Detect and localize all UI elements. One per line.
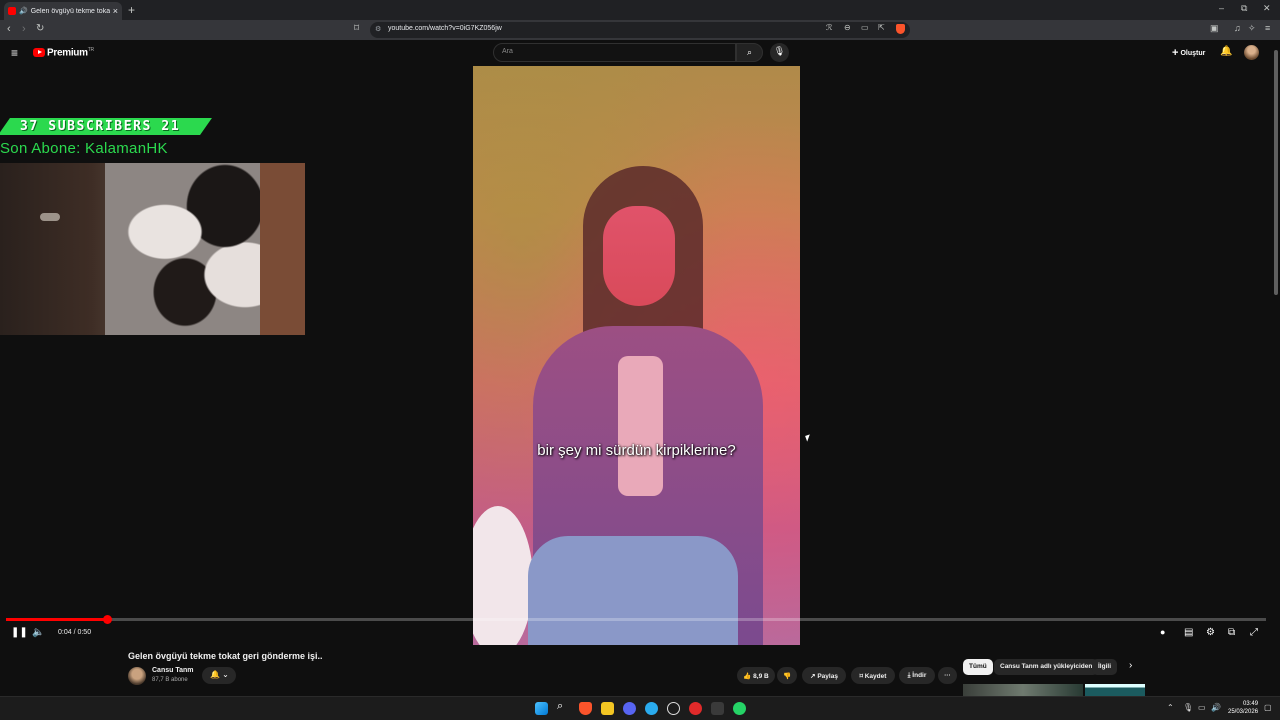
back-icon[interactable]: ‹ bbox=[7, 23, 11, 35]
notification-center-icon[interactable]: ▢ bbox=[1264, 703, 1272, 712]
subtitles-icon[interactable]: ▤ bbox=[1184, 627, 1193, 638]
chatgpt-icon[interactable] bbox=[667, 702, 680, 715]
extensions-icon[interactable]: ✧ bbox=[1248, 23, 1256, 34]
subscription-bell-button[interactable]: 🔔 ⌄ bbox=[202, 667, 236, 684]
chevron-right-icon[interactable]: › bbox=[1129, 660, 1132, 671]
search-button[interactable]: ⌕ bbox=[736, 43, 763, 62]
browser-tab-active[interactable]: 🔊 Gelen övgüyü tekme tokat geri gönderme… bbox=[4, 2, 122, 20]
miniplayer-icon[interactable]: ⧉ bbox=[1228, 627, 1235, 638]
forward-icon[interactable]: › bbox=[22, 23, 26, 35]
chip-from-uploader[interactable]: Cansu Tanm adlı yükleyiciden bbox=[994, 659, 1099, 675]
recommended-thumbnail[interactable] bbox=[963, 684, 1083, 696]
download-button[interactable]: ⤓ İndir bbox=[899, 667, 935, 684]
video-player[interactable] bbox=[0, 66, 1272, 645]
create-button[interactable]: + Oluştur bbox=[1172, 47, 1205, 59]
scrollbar-thumb[interactable] bbox=[1274, 50, 1278, 295]
youtube-header: ≡ PremiumTR Ara ⌕ 🎙 + Oluştur 🔔 bbox=[0, 40, 1280, 66]
volume-tray-icon[interactable]: 🔊 bbox=[1211, 703, 1221, 712]
brave-shields-icon[interactable] bbox=[896, 24, 905, 34]
bookmark-icon[interactable]: ⌑ bbox=[354, 23, 359, 34]
chip-all[interactable]: Tümü bbox=[963, 659, 993, 675]
youtube-logo-icon[interactable] bbox=[33, 48, 45, 57]
file-explorer-icon[interactable] bbox=[601, 702, 614, 715]
pause-icon[interactable]: ❚❚ bbox=[11, 627, 28, 638]
more-actions-button[interactable]: ··· bbox=[938, 667, 957, 684]
telegram-icon[interactable] bbox=[645, 702, 658, 715]
dislike-button[interactable]: 👎 bbox=[777, 667, 797, 684]
share-button[interactable]: ↗ Paylaş bbox=[802, 667, 846, 684]
youtube-premium-logo[interactable]: PremiumTR bbox=[47, 47, 94, 58]
recommended-thumbnail[interactable] bbox=[1085, 684, 1145, 696]
youtube-favicon-icon bbox=[8, 7, 16, 15]
close-window-button[interactable]: ✕ bbox=[1263, 3, 1271, 14]
cast-icon[interactable]: ▭ bbox=[861, 23, 869, 32]
account-avatar[interactable] bbox=[1244, 45, 1259, 60]
opera-icon[interactable] bbox=[689, 702, 702, 715]
channel-subscribers: 87,7 B abone bbox=[152, 677, 188, 683]
page-scrollbar[interactable] bbox=[1272, 40, 1280, 696]
sidebar-icon[interactable]: ▣ bbox=[1210, 23, 1219, 34]
scrubber-handle[interactable] bbox=[102, 615, 112, 624]
translate-icon[interactable]: ℛ bbox=[826, 23, 832, 32]
speaker-icon[interactable]: 🔊 bbox=[19, 7, 28, 15]
restore-button[interactable]: ⧉ bbox=[1241, 3, 1247, 14]
progress-played bbox=[6, 618, 107, 621]
start-icon[interactable] bbox=[535, 702, 548, 715]
save-button[interactable]: ⌑ Kaydet bbox=[851, 667, 895, 684]
notifications-icon[interactable]: 🔔 bbox=[1220, 46, 1232, 57]
tab-title: Gelen övgüyü tekme tokat geri gönderme i… bbox=[30, 7, 110, 15]
browser-toolbar: ‹ › ↻ ⌑ ⚙ youtube.com/watch?v=0iG7KZ056j… bbox=[0, 20, 1280, 40]
subscriber-count: 37 SUBSCRIBERS 21 bbox=[20, 119, 181, 134]
video-title: Gelen övgüyü tekme tokat geri gönderme i… bbox=[128, 651, 323, 661]
channel-name[interactable]: Cansu Tanm bbox=[152, 667, 194, 674]
webcam-overlay bbox=[0, 163, 305, 335]
minimize-button[interactable]: – bbox=[1219, 3, 1224, 13]
app-icon[interactable] bbox=[711, 702, 724, 715]
search-taskbar-icon[interactable]: ⌕ bbox=[557, 700, 570, 713]
mic-tray-icon[interactable]: 🎙 bbox=[1183, 703, 1193, 712]
like-button[interactable]: 👍 8,9 B bbox=[737, 667, 775, 684]
progress-bar[interactable] bbox=[6, 615, 1266, 624]
share-page-icon[interactable]: ⇱ bbox=[878, 23, 885, 32]
last-subscriber: Son Abone: KalamanHK bbox=[0, 140, 168, 157]
chip-related[interactable]: İlgili bbox=[1092, 659, 1117, 675]
voice-search-button[interactable]: 🎙 bbox=[770, 43, 789, 62]
windows-taskbar: ⌕ ⌃ 🎙 ▭ 🔊 03:49 25/03/2026 ▢ bbox=[0, 696, 1280, 720]
search-icon: ⌕ bbox=[746, 47, 753, 57]
media-icon[interactable]: ♫ bbox=[1234, 23, 1241, 33]
reload-icon[interactable]: ↻ bbox=[36, 23, 44, 34]
search-placeholder: Ara bbox=[502, 48, 513, 55]
zoom-icon[interactable]: ⊖ bbox=[844, 23, 851, 32]
time-display: 0:04 / 0:50 bbox=[58, 629, 92, 636]
microphone-icon: 🎙 bbox=[773, 46, 786, 56]
site-info-icon[interactable]: ⚙ bbox=[375, 25, 381, 33]
video-caption: bir şey mi sürdün kirpiklerine? bbox=[537, 442, 736, 459]
discord-icon[interactable] bbox=[623, 702, 636, 715]
search-bar: Ara ⌕ bbox=[493, 43, 763, 62]
autoplay-toggle-icon[interactable]: ● bbox=[1160, 627, 1165, 637]
fullscreen-icon[interactable]: ⤢ bbox=[1250, 627, 1258, 638]
guide-menu-icon[interactable]: ≡ bbox=[11, 46, 18, 60]
video-frame[interactable] bbox=[473, 66, 800, 645]
display-tray-icon[interactable]: ▭ bbox=[1198, 703, 1206, 712]
plus-icon: + bbox=[1172, 47, 1179, 59]
menu-icon[interactable]: ≡ bbox=[1265, 23, 1270, 33]
close-tab-icon[interactable]: × bbox=[113, 6, 118, 16]
tray-overflow-icon[interactable]: ⌃ bbox=[1167, 703, 1174, 712]
url-text: youtube.com/watch?v=0iG7KZ056jw bbox=[388, 25, 502, 32]
volume-icon[interactable]: 🔈 bbox=[32, 627, 44, 638]
channel-avatar[interactable] bbox=[128, 667, 146, 685]
search-input[interactable]: Ara bbox=[493, 43, 736, 62]
browser-tab-strip: 🔊 Gelen övgüyü tekme tokat geri gönderme… bbox=[0, 0, 1280, 20]
new-tab-button[interactable]: + bbox=[128, 3, 135, 17]
settings-icon[interactable]: ⚙ bbox=[1206, 627, 1215, 638]
system-clock[interactable]: 03:49 25/03/2026 bbox=[1228, 700, 1258, 716]
brave-browser-icon[interactable] bbox=[579, 702, 592, 715]
whatsapp-icon[interactable] bbox=[733, 702, 746, 715]
